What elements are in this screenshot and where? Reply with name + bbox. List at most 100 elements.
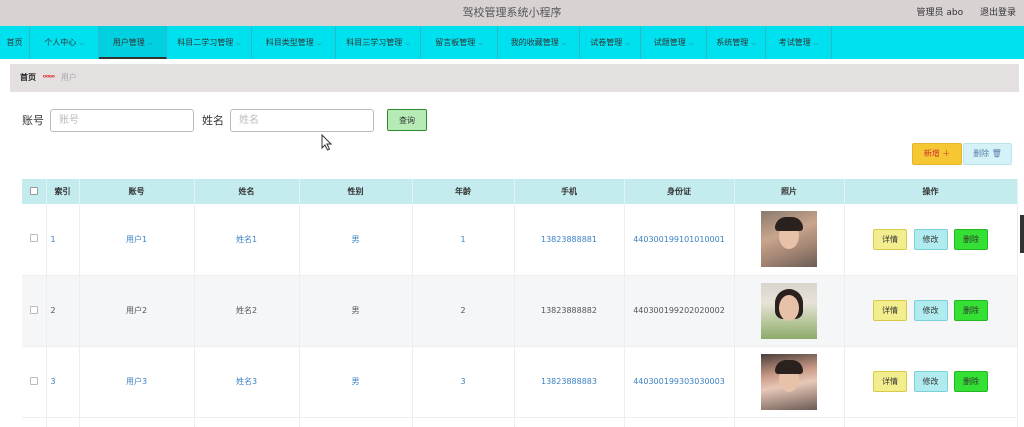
nav-item-exam-paper[interactable]: 试卷管理 ⌵ xyxy=(580,26,641,59)
chevron-down-icon: ⌵ xyxy=(813,40,819,47)
user-area: 管理员 abo 退出登录 xyxy=(903,0,1017,26)
user-photo xyxy=(761,282,817,339)
nav-item-exam[interactable]: 考试管理 ⌵ xyxy=(766,26,832,59)
nav-item-user-management[interactable]: 用户管理 ⌵ xyxy=(99,26,167,59)
delete-button[interactable]: 删除 xyxy=(954,300,989,321)
breadcrumb-home[interactable]: 首页 xyxy=(20,73,36,82)
table-header-row: 索引 账号 姓名 性别 年龄 手机 身份证 照片 操作 xyxy=(22,179,1018,204)
row-select-cell[interactable] xyxy=(22,346,47,418)
nav-item-subject2-study[interactable]: 科目二学习管理 ⌵ xyxy=(167,26,252,59)
cell-operations: 详情 修改 删除 xyxy=(844,204,1018,276)
cell-account: 用户3 xyxy=(79,346,195,418)
chevron-down-icon: ⌵ xyxy=(478,40,483,47)
nav-item-home[interactable]: 首页 xyxy=(0,26,30,59)
cell-operations: 详情 修改 删除 xyxy=(844,346,1018,418)
cell-name: 姓名3 xyxy=(194,346,300,418)
cell-name: 姓名2 xyxy=(194,275,300,347)
user-table: 索引 账号 姓名 性别 年龄 手机 身份证 照片 操作 1 用户1 姓名1 男 … xyxy=(22,179,1018,427)
cell-age: 3 xyxy=(412,346,515,418)
name-label: 姓名 xyxy=(202,114,224,127)
cell-photo xyxy=(734,275,845,347)
row-checkbox[interactable] xyxy=(29,376,38,385)
cell-account: 用户1 xyxy=(79,204,195,276)
table-row: 2 用户2 姓名2 男 2 13823888882 44030019920202… xyxy=(22,275,1018,347)
cell-index: 3 xyxy=(46,346,80,418)
nav-item-system[interactable]: 系统管理 ⌵ xyxy=(707,26,766,59)
cell-index: 1 xyxy=(46,204,80,276)
app-title: 驾校管理系统小程序 xyxy=(462,6,562,19)
nav-item-subject-type[interactable]: 科目类型管理 ⌵ xyxy=(252,26,336,59)
current-user-label: 管理员 abo xyxy=(916,8,964,18)
title-bar: 驾校管理系统小程序 管理员 abo 退出登录 xyxy=(0,0,1024,26)
detail-button[interactable]: 详情 xyxy=(872,300,907,321)
edit-button[interactable]: 修改 xyxy=(913,371,948,392)
header-age: 年龄 xyxy=(412,179,515,204)
cell-index: 2 xyxy=(46,275,80,347)
cell-photo xyxy=(734,346,845,418)
delete-button[interactable]: 删除 xyxy=(954,371,989,392)
chevron-down-icon: ⌵ xyxy=(625,40,630,47)
cell-phone: 13823888882 xyxy=(514,275,625,347)
cell-gender: 男 xyxy=(299,204,413,276)
chevron-down-icon: ⌵ xyxy=(751,40,756,47)
account-search-input[interactable] xyxy=(50,108,194,132)
cell-operations: 详情 修改 删除 xyxy=(844,275,1018,347)
cell-gender: 男 xyxy=(299,275,413,347)
header-photo: 照片 xyxy=(734,179,845,204)
name-search-input[interactable] xyxy=(230,108,374,132)
header-idcard: 身份证 xyxy=(624,179,735,204)
chevron-down-icon: ⌵ xyxy=(316,40,322,47)
edit-button[interactable]: 修改 xyxy=(913,300,948,321)
main-nav: 首页 个人中心 ⌵ 用户管理 ⌵ 科目二学习管理 ⌵ 科目类型管理 ⌵ 科目三学习管理 ⌵… xyxy=(0,26,1024,59)
cell-photo xyxy=(734,204,845,276)
header-name: 姓名 xyxy=(194,179,300,204)
row-checkbox[interactable] xyxy=(29,305,38,314)
chevron-down-icon: ⌵ xyxy=(79,40,84,47)
header-gender: 性别 xyxy=(299,179,413,204)
add-button[interactable]: 新增 ＋ xyxy=(912,143,962,165)
scrollbar-thumb[interactable] xyxy=(1020,215,1024,253)
cell-gender: 男 xyxy=(299,346,413,418)
nav-item-personal-center[interactable]: 个人中心 ⌵ xyxy=(30,26,99,59)
nav-item-message-board[interactable]: 留言板管理 ⌵ xyxy=(421,26,498,59)
header-select-all[interactable] xyxy=(22,179,47,204)
batch-delete-button[interactable]: 删除 🗑 xyxy=(963,143,1012,165)
row-select-cell[interactable] xyxy=(22,204,47,276)
detail-button[interactable]: 详情 xyxy=(872,228,907,250)
table-row: 3 用户3 姓名3 男 3 13823888883 44030019930303… xyxy=(22,346,1018,418)
user-photo xyxy=(761,353,817,410)
edit-button[interactable]: 修改 xyxy=(913,228,948,250)
chevron-down-icon: ⌵ xyxy=(688,40,694,47)
table-row xyxy=(22,417,1018,427)
nav-item-subject3-study[interactable]: 科目三学习管理 ⌵ xyxy=(336,26,421,59)
query-button[interactable]: 查询 xyxy=(387,109,427,131)
cell-phone: 13823888881 xyxy=(514,204,625,276)
cell-idcard: 440300199202020002 xyxy=(624,275,735,347)
row-select-cell[interactable] xyxy=(22,275,47,347)
chevron-down-icon: ⌵ xyxy=(561,40,567,47)
account-label: 账号 xyxy=(22,114,44,127)
chevron-down-icon: ⌵ xyxy=(236,40,241,47)
cell-age: 2 xyxy=(412,275,515,347)
table-row: 1 用户1 姓名1 男 1 13823888881 44030019910101… xyxy=(22,204,1018,276)
breadcrumb-current: 用户 xyxy=(60,73,77,82)
search-row: 账号 姓名 查询 xyxy=(22,108,427,132)
chevron-down-icon: ⌵ xyxy=(405,40,410,47)
select-all-checkbox[interactable] xyxy=(29,186,38,195)
cell-idcard: 440300199303030003 xyxy=(624,346,735,418)
detail-button[interactable]: 详情 xyxy=(872,371,907,392)
row-checkbox[interactable] xyxy=(29,234,38,243)
cell-account: 用户2 xyxy=(79,275,195,347)
nav-item-favorites[interactable]: 我的收藏管理 ⌵ xyxy=(498,26,580,59)
header-account: 账号 xyxy=(79,179,195,204)
cell-name: 姓名1 xyxy=(194,204,300,276)
mouse-cursor-icon xyxy=(321,133,333,151)
delete-button[interactable]: 删除 xyxy=(954,228,989,250)
nav-item-question[interactable]: 试题管理 ⌵ xyxy=(641,26,707,59)
logout-link[interactable]: 退出登录 xyxy=(980,8,1016,18)
cell-idcard: 440300199101010001 xyxy=(624,204,735,276)
header-phone: 手机 xyxy=(514,179,625,204)
header-index: 索引 xyxy=(46,179,80,204)
header-operations: 操作 xyxy=(844,179,1018,204)
cell-phone: 13823888883 xyxy=(514,346,625,418)
